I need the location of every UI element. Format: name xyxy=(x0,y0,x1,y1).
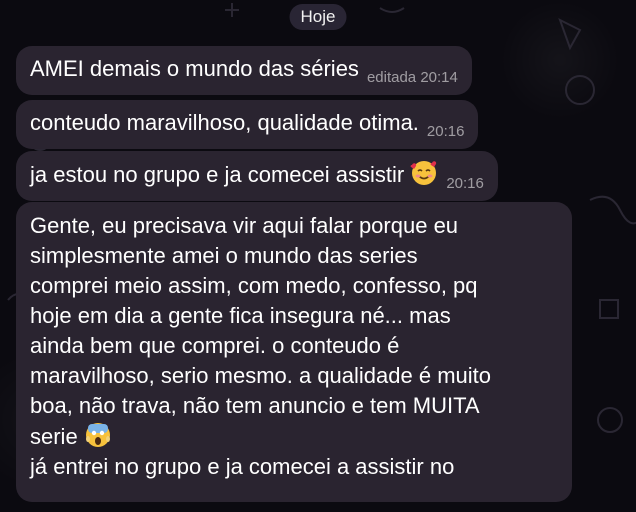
smiling-face-with-hearts-icon xyxy=(410,161,437,185)
date-separator: Hoje xyxy=(289,4,347,30)
message-bubble[interactable]: conteudo maravilhoso, qualidade otima. 20… xyxy=(16,100,479,149)
message-text: Gente, eu precisava vir aqui falar porqu… xyxy=(30,213,492,479)
message-timestamp: 20:16 xyxy=(446,175,484,192)
message-text: AMEI demais o mundo das séries xyxy=(30,56,359,81)
message-text: conteudo maravilhoso, qualidade otima. xyxy=(30,110,419,135)
message-text: ja estou no grupo e ja comecei assistir xyxy=(30,162,405,187)
screaming-face-icon xyxy=(85,423,110,447)
message-bubble[interactable]: AMEI demais o mundo das séries editada 20… xyxy=(16,46,472,95)
message-timestamp: 20:16 xyxy=(426,123,465,140)
message-bubble[interactable]: ja estou no grupo e ja comecei assistir … xyxy=(16,151,498,201)
message-meta: editada 20:14 xyxy=(366,69,458,86)
message-bubble[interactable]: Gente, eu precisava vir aqui falar porqu… xyxy=(16,202,572,502)
